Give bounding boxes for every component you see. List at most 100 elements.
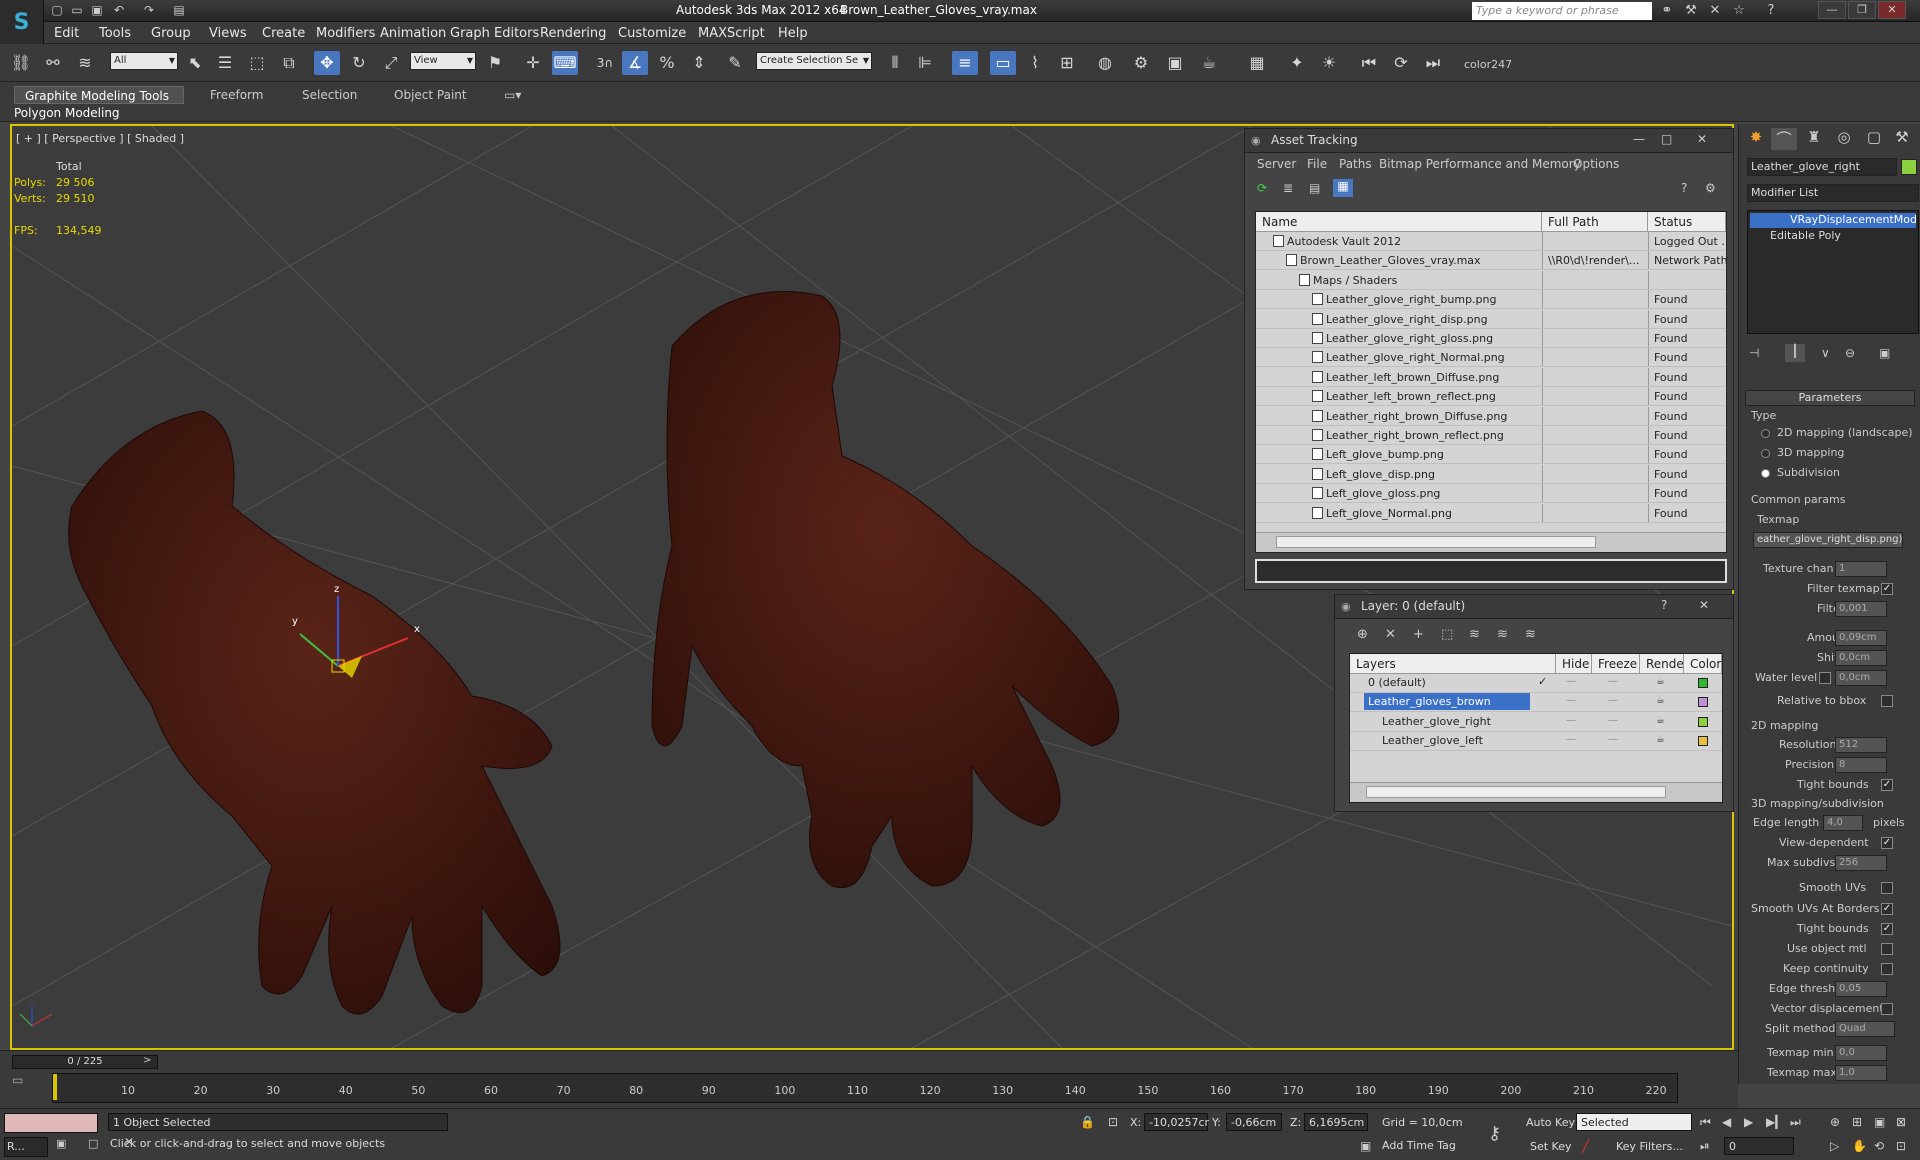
y-coordinate-field[interactable]: -0,66cm [1226, 1113, 1282, 1131]
zoom-extents-all-icon[interactable]: ⊠ [1896, 1115, 1906, 1129]
vray-sun-icon[interactable]: ☀ [1316, 51, 1342, 75]
smooth-uvs-borders-checkbox[interactable]: ✓ [1881, 903, 1893, 915]
next-frame-icon[interactable]: > [143, 1055, 151, 1066]
close-button[interactable]: ✕ [1878, 1, 1906, 19]
set-keys-icon[interactable]: ⚷ [1488, 1123, 1501, 1144]
add-to-layer-icon[interactable]: + [1413, 627, 1424, 642]
manipulate-icon[interactable]: ✛ [520, 51, 546, 75]
keyboard-shortcut-icon[interactable]: ⌨ [552, 51, 578, 75]
help-icon[interactable]: ? [1760, 2, 1782, 20]
ribbon-options-icon[interactable]: ▭▾ [504, 88, 521, 102]
zoom-extents-icon[interactable]: ▣ [1874, 1115, 1885, 1129]
menu-create[interactable]: Create [262, 26, 305, 41]
zoom-all-icon[interactable]: ⊞ [1852, 1115, 1862, 1129]
make-unique-icon[interactable]: ∨ [1821, 346, 1830, 360]
freeze-toggle[interactable]: — [1608, 695, 1618, 706]
layer-horizontal-scrollbar[interactable] [1350, 782, 1722, 802]
prev-frame-icon[interactable]: ◀ [1722, 1115, 1731, 1129]
asset-row[interactable]: Maps / Shaders [1256, 270, 1726, 290]
rect-selection-icon[interactable]: ⬚ [244, 51, 270, 75]
refresh-icon[interactable]: ⟳ [1257, 181, 1267, 195]
asset-scroll-thumb[interactable] [1276, 536, 1596, 548]
layer-row[interactable]: Leather_glove_left — — ☕ [1350, 732, 1722, 752]
vector-displacement-checkbox[interactable] [1881, 1003, 1893, 1015]
hierarchy-tab-icon[interactable]: ♜ [1801, 128, 1827, 150]
menu-rendering[interactable]: Rendering [540, 26, 606, 41]
edge-thresh-spinner[interactable]: 0,05 [1835, 981, 1887, 997]
layer-color-swatch[interactable] [1698, 678, 1708, 688]
left-glove[interactable] [68, 410, 561, 1015]
tab-object-paint[interactable]: Object Paint [384, 86, 477, 104]
precision-spinner[interactable]: 8 [1835, 757, 1887, 773]
graphite-toggle-icon[interactable]: ▭ [990, 51, 1016, 75]
restore-button[interactable]: ❐ [1848, 1, 1876, 19]
render-teapot-icon[interactable]: ☕ [1656, 695, 1665, 706]
schematic-view-icon[interactable]: ⊞ [1054, 51, 1080, 75]
render-teapot-icon[interactable]: ☕ [1656, 734, 1665, 745]
water-level-spinner[interactable]: 0,0cm [1835, 670, 1887, 686]
amount-spinner[interactable]: 0,09cm [1835, 630, 1887, 646]
radio-subdivision[interactable] [1761, 469, 1770, 478]
delete-layer-icon[interactable]: ✕ [1385, 627, 1396, 642]
unlink-icon[interactable]: ⚯ [40, 51, 66, 75]
link-icon[interactable]: ⛓ [8, 51, 34, 75]
texture-chan-spinner[interactable]: 1 [1835, 561, 1887, 577]
motion-tab-icon[interactable]: ◎ [1831, 128, 1857, 150]
select-scale-icon[interactable]: ⤢ [378, 51, 404, 75]
layer-help-button[interactable]: ? [1661, 598, 1667, 612]
hide-all-layers-icon[interactable]: ≋ [1497, 627, 1508, 642]
open-file-icon[interactable]: ▭ [68, 2, 86, 18]
pivot-center-icon[interactable]: ⚑ [482, 51, 508, 75]
texmap-max-spinner[interactable]: 1,0 [1835, 1065, 1887, 1081]
vray-lights-icon[interactable]: ✦ [1284, 51, 1310, 75]
object-color-swatch[interactable] [1901, 159, 1917, 175]
asset-row[interactable]: Leather_glove_right_Normal.png Found [1256, 348, 1726, 368]
go-to-start-icon[interactable]: ⏮ [1700, 1115, 1711, 1130]
configure-sets-icon[interactable]: ▣ [1879, 346, 1890, 360]
add-time-tag[interactable]: Add Time Tag [1382, 1139, 1456, 1152]
asset-row[interactable]: Brown_Leather_Gloves_vray.max \\R0\d\!ren… [1256, 251, 1726, 271]
tight-bounds2-checkbox[interactable]: ✓ [1881, 923, 1893, 935]
asset-row[interactable]: Left_glove_gloss.png Found [1256, 484, 1726, 504]
select-by-name-icon[interactable]: ☰ [212, 51, 238, 75]
snap-toggle-icon[interactable]: 3∩ [592, 51, 618, 75]
asset-row[interactable]: Leather_glove_right_gloss.png Found [1256, 329, 1726, 348]
auto-key-button[interactable]: Auto Key [1526, 1116, 1575, 1129]
asset-menu-paths[interactable]: Paths [1339, 157, 1372, 171]
texmap-min-spinner[interactable]: 0,0 [1835, 1045, 1887, 1061]
radio-2d-mapping[interactable] [1761, 429, 1770, 438]
hide-toggle[interactable]: — [1566, 695, 1576, 706]
asset-maximize-button[interactable]: □ [1661, 132, 1672, 146]
col-color[interactable]: Color [1684, 654, 1722, 674]
communication-icon[interactable]: ✕ [1704, 2, 1726, 20]
hide-toggle[interactable]: — [1566, 715, 1576, 726]
next-key-icon[interactable]: ▶▎ [1766, 1115, 1784, 1129]
relative-bbox-checkbox[interactable] [1881, 695, 1893, 707]
col-freeze[interactable]: Freeze [1592, 654, 1640, 674]
view-dependent-checkbox[interactable]: ✓ [1881, 837, 1893, 849]
remove-modifier-icon[interactable]: ⊖ [1845, 346, 1855, 360]
select-move-icon[interactable]: ✥ [314, 51, 340, 75]
stack-item-editable-poly[interactable]: Editable Poly [1750, 229, 1916, 244]
undo-icon[interactable]: ↶ [110, 2, 128, 18]
shift-spinner[interactable]: 0,0cm [1835, 650, 1887, 666]
field-of-view-icon[interactable]: ▷ [1830, 1139, 1839, 1153]
asset-row[interactable]: Leather_left_brown_reflect.png Found [1256, 387, 1726, 407]
asset-row[interactable]: Left_glove_Normal.png Found [1256, 503, 1726, 523]
show-end-result-icon[interactable]: ⎮ [1785, 344, 1805, 362]
polygon-modeling-label[interactable]: Polygon Modeling [14, 106, 120, 120]
key-filters-button[interactable]: Key Filters... [1616, 1140, 1683, 1153]
asset-menu-file[interactable]: File [1307, 157, 1327, 171]
modifier-list-dropdown[interactable]: Modifier List [1747, 184, 1919, 202]
save-file-icon[interactable]: ▣ [88, 2, 106, 18]
right-glove[interactable] [651, 291, 1120, 888]
layer-row[interactable]: Leather_glove_right — — ☕ [1350, 713, 1722, 732]
select-rotate-icon[interactable]: ↻ [346, 51, 372, 75]
z-coordinate-field[interactable]: 6,1695cm [1304, 1113, 1368, 1131]
asset-help-icon[interactable]: ? [1681, 181, 1687, 195]
subscription-icon[interactable]: ⚒ [1680, 2, 1702, 20]
menu-help[interactable]: Help [778, 26, 808, 41]
asset-row[interactable]: Left_glove_disp.png Found [1256, 464, 1726, 484]
filter-blur-spinner[interactable]: 0,001 [1835, 601, 1887, 617]
project-folder-icon[interactable]: ▤ [170, 2, 188, 18]
